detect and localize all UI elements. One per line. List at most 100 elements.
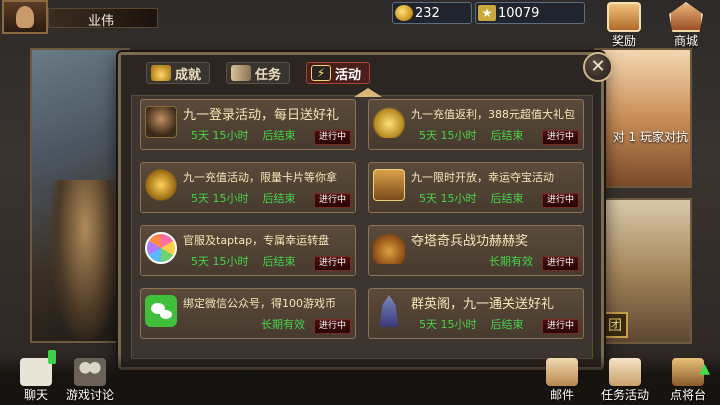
- mall-icon: [669, 2, 703, 32]
- mall-button[interactable]: 商城: [660, 2, 712, 48]
- general-platform-button[interactable]: 点将台 ▲: [662, 358, 714, 403]
- activity-card[interactable]: 九一充值活动，限量卡片等你拿 5天 15小时 后结束 进行中: [140, 162, 356, 213]
- activity-card[interactable]: 群英阁，九一通关送好礼 5天 15小时 后结束 进行中: [368, 288, 584, 339]
- countdown-days: 5天 15小时: [419, 318, 477, 331]
- status-badge: 进行中: [313, 193, 351, 208]
- activity-title: 官服及taptap，专属幸运转盘: [183, 234, 330, 247]
- close-button[interactable]: ✕: [583, 52, 613, 82]
- activity-countdown: 5天 15小时 后结束: [419, 316, 524, 332]
- quest-label: 任务活动: [600, 388, 649, 402]
- team-banner-badge: 团: [602, 312, 628, 338]
- chat-icon: [20, 350, 56, 386]
- game-discussion-button[interactable]: 游戏讨论: [62, 358, 118, 403]
- top-bar: 业伟 232 ★ 10079 奖励 商城: [0, 0, 720, 48]
- mail-label: 邮件: [549, 388, 574, 402]
- countdown-suffix: 后结束: [490, 129, 524, 142]
- left-hero-banner[interactable]: [30, 48, 130, 343]
- gold-value: 232: [415, 6, 440, 21]
- countdown-days: 5天 15小时: [419, 192, 477, 205]
- activity-title: 九一充值返利，388元超值大礼包: [411, 108, 575, 121]
- activity-countdown: 5天 15小时 后结束: [191, 127, 296, 143]
- tab-achievements[interactable]: 成就: [146, 62, 211, 84]
- mail-icon: [546, 358, 578, 386]
- tab-label: 任务: [255, 67, 282, 83]
- chat-button[interactable]: 聊天: [18, 350, 56, 403]
- activity-card[interactable]: 夺塔奇兵战功赫赫奖 长期有效 进行中: [368, 225, 584, 276]
- close-icon: ✕: [590, 56, 606, 77]
- countdown-suffix: 后结束: [490, 192, 524, 205]
- activity-duration: 长期有效: [261, 318, 305, 331]
- reward-label: 奖励: [611, 34, 636, 48]
- chat-label: 聊天: [23, 388, 48, 402]
- crown-icon: [151, 65, 171, 81]
- status-badge: 进行中: [313, 130, 351, 145]
- gem-resource[interactable]: ★ 10079: [475, 2, 585, 24]
- activity-title: 九一充值活动，限量卡片等你拿: [183, 171, 337, 184]
- activity-card[interactable]: 绑定微信公众号，得100游戏币 长期有效 进行中: [140, 288, 356, 339]
- quest-activity-button[interactable]: 任务活动: [596, 358, 654, 403]
- people-icon: [74, 358, 106, 386]
- general-portrait-icon: [145, 106, 177, 138]
- status-badge: 进行中: [541, 193, 579, 208]
- countdown-suffix: 后结束: [490, 318, 524, 331]
- tab-activities[interactable]: ⚡ 活动: [306, 62, 371, 84]
- countdown-days: 5天 15小时: [419, 129, 477, 142]
- upgrade-arrow-icon: ▲: [699, 361, 710, 377]
- activity-title: 群英阁，九一通关送好礼: [411, 297, 555, 312]
- activity-title: 夺塔奇兵战功赫赫奖: [411, 234, 529, 249]
- tower-icon: [379, 295, 399, 327]
- discuss-label: 游戏讨论: [65, 388, 114, 402]
- activity-countdown: 5天 15小时 后结束: [419, 127, 524, 143]
- countdown-days: 5天 15小时: [191, 192, 249, 205]
- activity-title: 九一限时开放，幸运夺宝活动: [411, 171, 554, 184]
- player-avatar[interactable]: [2, 0, 48, 34]
- countdown-suffix: 后结束: [262, 255, 296, 268]
- status-badge: 进行中: [541, 319, 579, 334]
- gem-value: 10079: [498, 6, 540, 21]
- mall-label: 商城: [673, 34, 698, 48]
- activity-countdown: 5天 15小时 后结束: [191, 253, 296, 269]
- activity-card[interactable]: 九一登录活动，每日送好礼 5天 15小时 后结束 进行中: [140, 99, 356, 150]
- wechat-icon: [145, 295, 177, 327]
- lightning-icon: ⚡: [311, 65, 331, 81]
- activity-title: 九一登录活动，每日送好礼: [183, 108, 340, 123]
- activity-card[interactable]: 九一限时开放，幸运夺宝活动 5天 15小时 后结束 进行中: [368, 162, 584, 213]
- gold-resource[interactable]: 232: [392, 2, 472, 24]
- countdown-suffix: 后结束: [262, 192, 296, 205]
- gold-pile-icon: [145, 169, 177, 201]
- tab-tasks[interactable]: 任务: [226, 62, 291, 84]
- notification-icon: [48, 350, 56, 364]
- gift-icon: [607, 2, 641, 32]
- gold-coins-icon: [373, 106, 405, 138]
- status-badge: 进行中: [313, 319, 351, 334]
- scroll-icon: [231, 65, 251, 81]
- status-badge: 进行中: [541, 130, 579, 145]
- activity-title: 绑定微信公众号，得100游戏币: [183, 297, 336, 310]
- tab-label: 成就: [175, 67, 202, 83]
- activity-countdown: 5天 15小时 后结束: [419, 190, 524, 206]
- activity-countdown: 5天 15小时 后结束: [191, 190, 296, 206]
- status-badge: 进行中: [541, 256, 579, 271]
- treasure-pot-icon: [373, 232, 405, 264]
- general-label: 点将台: [669, 388, 706, 402]
- tab-label: 活动: [335, 67, 362, 83]
- countdown-days: 5天 15小时: [191, 129, 249, 142]
- mail-button[interactable]: 邮件: [542, 358, 582, 403]
- activity-duration: 长期有效: [489, 255, 533, 268]
- treasure-chest-icon: [373, 169, 405, 201]
- active-tab-indicator: [354, 88, 382, 97]
- countdown-suffix: 后结束: [262, 129, 296, 142]
- player-name: 业伟: [88, 14, 115, 29]
- activity-card[interactable]: 官服及taptap，专属幸运转盘 5天 15小时 后结束 进行中: [140, 225, 356, 276]
- activity-card[interactable]: 九一充值返利，388元超值大礼包 5天 15小时 后结束 进行中: [368, 99, 584, 150]
- pvp-banner-text: 对 1 玩家对抗: [612, 130, 688, 144]
- status-badge: 进行中: [313, 256, 351, 271]
- gold-coin-icon: [395, 5, 413, 21]
- scroll-icon: [609, 358, 641, 386]
- hero-figure: [50, 180, 120, 340]
- lucky-wheel-icon: [145, 232, 177, 264]
- star-icon: ★: [478, 5, 496, 21]
- reward-button[interactable]: 奖励: [598, 2, 650, 48]
- countdown-days: 5天 15小时: [191, 255, 249, 268]
- bottom-bar: 聊天 游戏讨论 邮件 任务活动 点将台 ▲: [0, 350, 720, 405]
